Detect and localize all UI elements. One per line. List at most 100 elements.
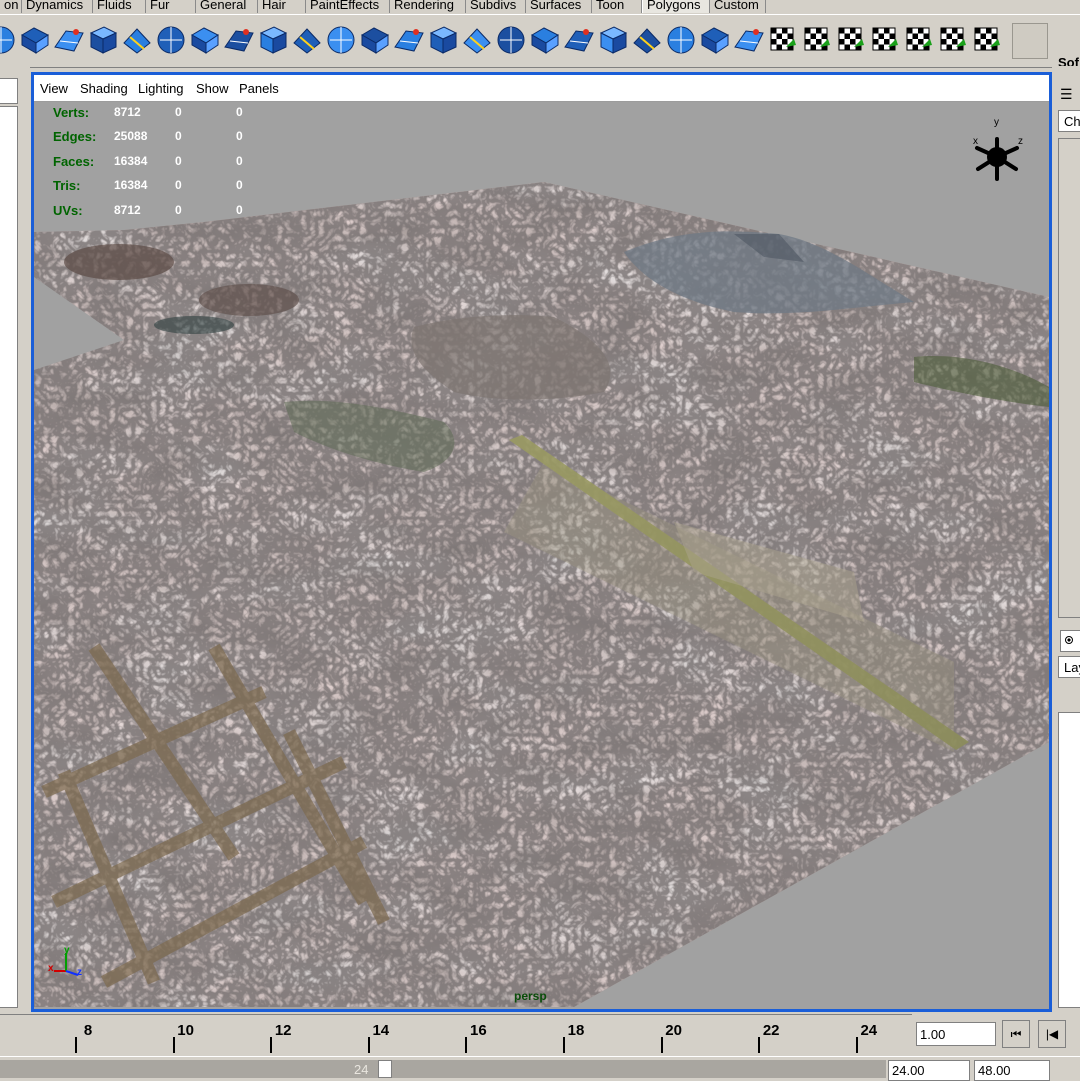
shelf-tabs: on Dynamics Fluids Fur General Hair PaintEffec… <box>0 0 1080 14</box>
shelf-tab-toon[interactable]: Toon <box>592 0 642 13</box>
channel-box[interactable] <box>1058 138 1080 618</box>
split-polygon-icon[interactable] <box>562 23 596 57</box>
menu-show[interactable]: Show <box>196 81 229 96</box>
go-to-start-button[interactable]: ⏮ <box>1002 1020 1030 1048</box>
wedge-face-icon[interactable] <box>766 23 800 57</box>
smooth-icon[interactable] <box>324 23 358 57</box>
shelf-tab-rendering[interactable]: Rendering <box>390 0 466 13</box>
hud-label: Verts: <box>53 105 90 120</box>
poke-face-icon[interactable] <box>732 23 766 57</box>
cylindrical-mapping-icon[interactable] <box>868 23 902 57</box>
shelf-tab-subdivs[interactable]: Subdivs <box>466 0 526 13</box>
shelf-tab-dynamics[interactable]: Dynamics <box>22 0 93 13</box>
range-handle[interactable] <box>378 1060 392 1078</box>
shelf-tab-painteffects[interactable]: PaintEffects <box>306 0 390 13</box>
step-back-button[interactable]: |◀ <box>1038 1020 1066 1048</box>
menu-panels[interactable]: Panels <box>239 81 279 96</box>
layer-editor-tab[interactable]: Lay <box>1058 656 1080 678</box>
shelf-empty-slot[interactable] <box>1012 23 1048 59</box>
uv-texture-editor-icon[interactable] <box>902 23 936 57</box>
shelf-tab-surfaces[interactable]: Surfaces <box>526 0 592 13</box>
range-end-field[interactable]: 24.00 <box>888 1060 970 1081</box>
separate-icon[interactable] <box>222 23 256 57</box>
hud-value: 16384 <box>114 178 148 193</box>
polygon-cone-icon[interactable] <box>86 23 120 57</box>
shelf-tab-custom[interactable]: Custom <box>710 0 766 13</box>
time-tick-label: 10 <box>177 1022 194 1039</box>
polygon-sphere-icon[interactable] <box>0 23 18 57</box>
menu-shading[interactable]: Shading <box>80 81 128 96</box>
hud-value: 25088 <box>114 129 148 144</box>
hud-value: 0 <box>175 153 182 168</box>
playback-end-field[interactable]: 48.00 <box>974 1060 1050 1081</box>
layout-uvs-icon[interactable] <box>970 23 1004 57</box>
shelf-tab-on[interactable]: on <box>0 0 22 13</box>
bridge-icon[interactable] <box>494 23 528 57</box>
left-field[interactable] <box>0 78 18 104</box>
view-axis-compass-icon[interactable]: y x z <box>966 115 1028 185</box>
time-tick-mark <box>563 1037 565 1053</box>
menu-lighting[interactable]: Lighting <box>138 81 184 96</box>
time-tick-label: 20 <box>665 1022 682 1039</box>
average-vertices-icon[interactable] <box>358 23 392 57</box>
hud-value: 0 <box>236 153 243 168</box>
extract-icon[interactable] <box>256 23 290 57</box>
hud-value: 0 <box>236 178 243 193</box>
layer-list[interactable] <box>1058 712 1080 1008</box>
move-uvs-icon[interactable] <box>936 23 970 57</box>
extrude-edge-icon[interactable] <box>426 23 460 57</box>
shelf-tab-hair[interactable]: Hair <box>258 0 306 13</box>
time-tick-label: 16 <box>470 1022 487 1039</box>
time-tick-mark <box>855 1037 858 1053</box>
hud-value: 0 <box>175 129 182 144</box>
shelf-tab-general[interactable]: General <box>196 0 258 13</box>
shelf-tab-polygons[interactable]: Polygons <box>642 0 710 13</box>
planar-mapping-icon[interactable] <box>800 23 834 57</box>
current-time-field[interactable]: 1.00 <box>916 1022 996 1046</box>
range-track[interactable] <box>0 1060 886 1078</box>
channel-list-icon[interactable]: ☰ <box>1060 86 1078 102</box>
time-tick-label: 18 <box>567 1022 585 1039</box>
shelf-tab-fur[interactable]: Fur <box>146 0 196 13</box>
view-axis-y: y <box>994 117 999 128</box>
polygon-cube-icon[interactable] <box>18 23 52 57</box>
time-tick-label: 22 <box>762 1022 780 1039</box>
polygon-cylinder-icon[interactable] <box>52 23 86 57</box>
step-back-icon: |◀ <box>1045 1027 1059 1041</box>
polygon-torus-icon[interactable] <box>120 23 154 57</box>
shelf: Sof <box>0 14 1080 70</box>
hud-label: UVs: <box>53 202 83 218</box>
range-slider: 24 24.00 48.00 <box>0 1056 1080 1081</box>
hud-value: 0 <box>236 202 243 217</box>
time-tick-label: 8 <box>83 1022 93 1039</box>
channel-box-panel: ☰ Ch Lay <box>1052 66 1080 1010</box>
combine-icon[interactable] <box>188 23 222 57</box>
extrude-face-icon[interactable] <box>392 23 426 57</box>
shelf-tab-fluids[interactable]: Fluids <box>93 0 146 13</box>
layer-mode-radio[interactable] <box>1060 630 1080 652</box>
merge-vertices-icon[interactable] <box>630 23 664 57</box>
time-slider[interactable]: 8 10 12 14 16 18 20 22 24 <box>0 1014 912 1057</box>
terrain-mesh <box>34 182 1049 1007</box>
time-tick-label: 24 <box>860 1022 878 1039</box>
hud-value: 16384 <box>114 153 148 168</box>
left-list[interactable] <box>0 106 18 1008</box>
booleans-icon[interactable] <box>290 23 324 57</box>
channel-box-tab[interactable]: Ch <box>1058 110 1080 132</box>
hud-value: 0 <box>175 202 182 217</box>
hud-value: 0 <box>175 178 182 193</box>
triangulate-icon[interactable] <box>664 23 698 57</box>
quadrangulate-icon[interactable] <box>698 23 732 57</box>
menu-view[interactable]: View <box>40 81 68 96</box>
polygon-plane-icon[interactable] <box>154 23 188 57</box>
automatic-mapping-icon[interactable] <box>834 23 868 57</box>
hud-value: 0 <box>236 129 243 144</box>
hud-label: Edges: <box>53 129 97 145</box>
append-to-polygon-icon[interactable] <box>528 23 562 57</box>
hud-row-uvs: UVs: 8712 0 0 <box>48 203 288 227</box>
insert-edge-loop-icon[interactable] <box>596 23 630 57</box>
time-tick-label: 14 <box>372 1022 390 1039</box>
hud-row-edges: Edges: 25088 0 0 <box>48 129 288 153</box>
bevel-icon[interactable] <box>460 23 494 57</box>
perspective-viewport[interactable]: View Shading Lighting Show Panels Verts:… <box>31 72 1052 1012</box>
